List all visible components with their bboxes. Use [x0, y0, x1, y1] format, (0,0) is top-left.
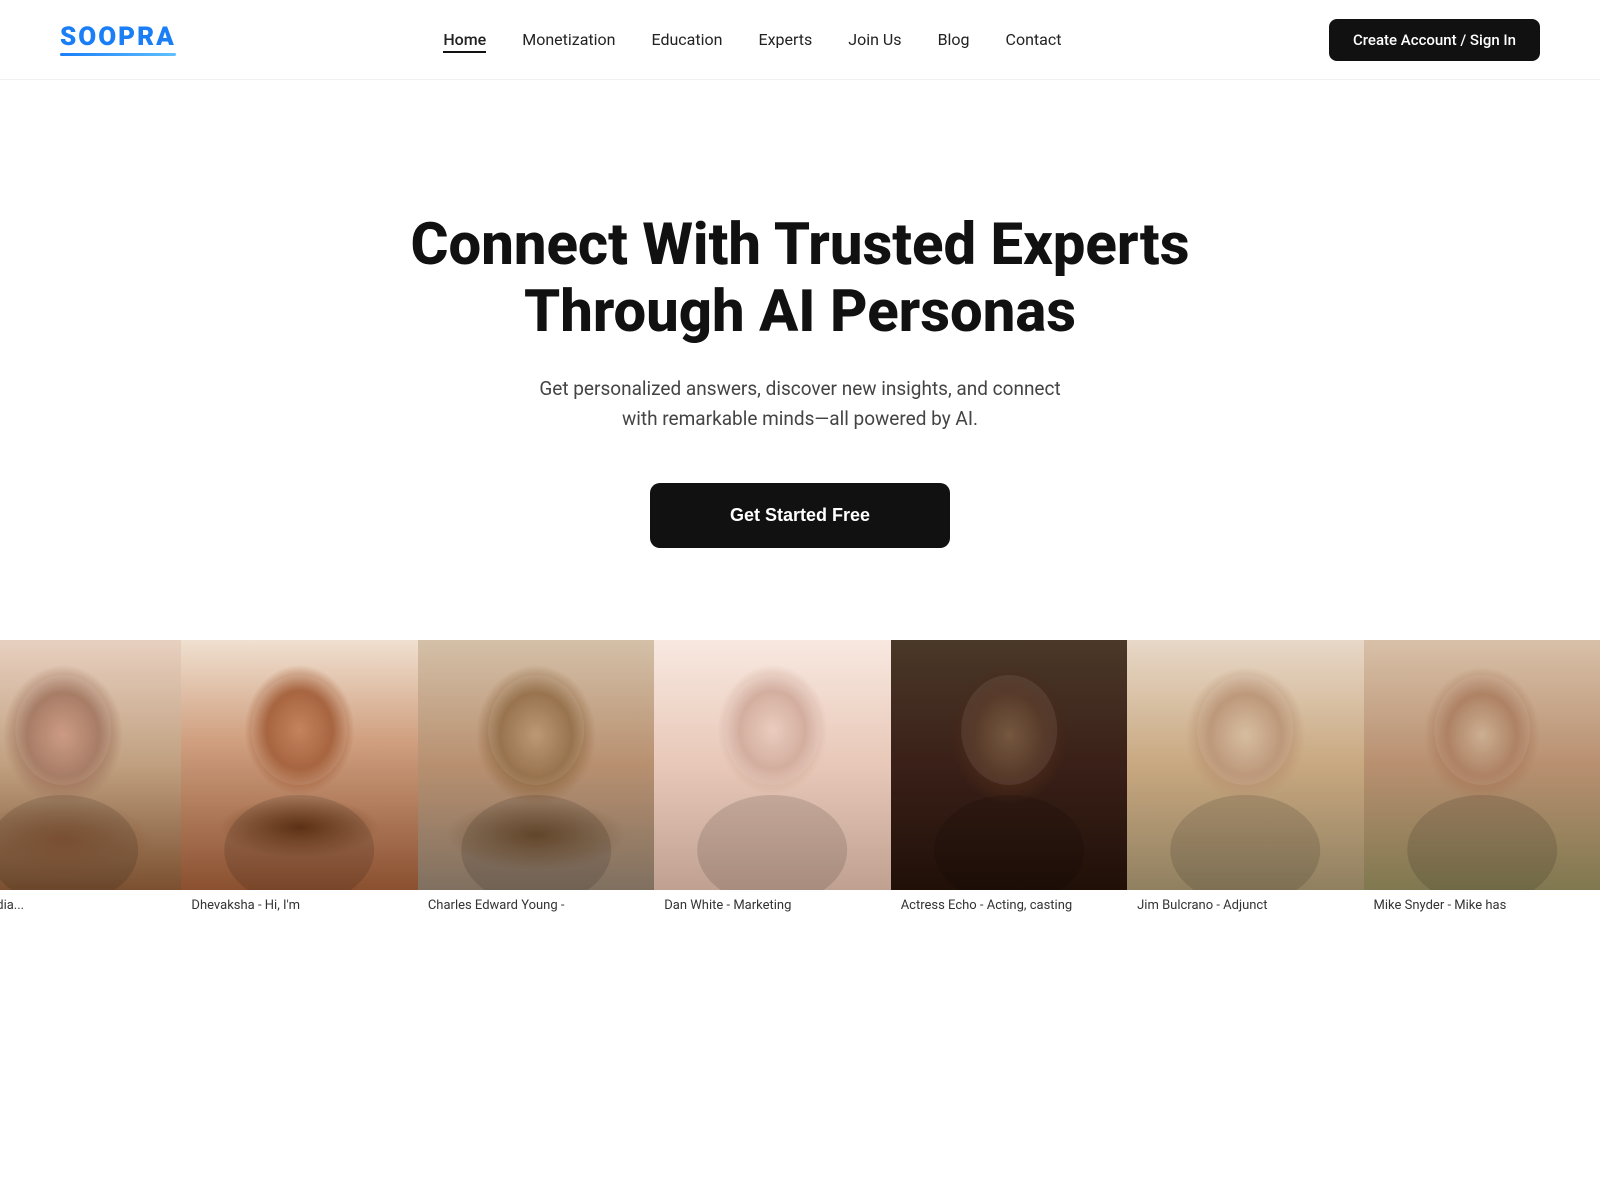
nav-item-experts[interactable]: Experts: [758, 30, 812, 49]
expert-caption-7: Mike Snyder - Mike has: [1364, 890, 1600, 917]
nav-link-home[interactable]: Home: [443, 30, 486, 53]
expert-photo-3: [418, 640, 654, 890]
nav-item-home[interactable]: Home: [443, 30, 486, 49]
experts-grid: ey - Media...Dhevaksha - Hi, I'mCharles …: [0, 640, 1600, 917]
logo-text: SOOPRA: [60, 24, 176, 50]
nav-link-experts[interactable]: Experts: [758, 30, 812, 49]
expert-caption-3: Charles Edward Young -: [418, 890, 654, 917]
expert-caption-6: Jim Bulcrano - Adjunct: [1127, 890, 1363, 917]
hero-subtitle: Get personalized answers, discover new i…: [520, 374, 1080, 435]
get-started-button[interactable]: Get Started Free: [650, 483, 950, 548]
nav-link-education[interactable]: Education: [652, 30, 723, 49]
create-account-button[interactable]: Create Account / Sign In: [1329, 19, 1540, 61]
expert-caption-4: Dan White - Marketing: [654, 890, 890, 917]
nav-item-join-us[interactable]: Join Us: [848, 30, 901, 49]
expert-card-6[interactable]: Jim Bulcrano - Adjunct: [1127, 640, 1363, 917]
expert-photo-2: [181, 640, 417, 890]
expert-card-7[interactable]: Mike Snyder - Mike has: [1364, 640, 1600, 917]
expert-card-2[interactable]: Dhevaksha - Hi, I'm: [181, 640, 417, 917]
expert-card-5[interactable]: Actress Echo - Acting, casting: [891, 640, 1127, 917]
expert-card-4[interactable]: Dan White - Marketing: [654, 640, 890, 917]
logo-underline: [60, 53, 176, 56]
expert-caption-1: ey - Media...: [0, 890, 181, 917]
hero-section: Connect With Trusted Experts Through AI …: [0, 80, 1600, 640]
expert-card-3[interactable]: Charles Edward Young -: [418, 640, 654, 917]
nav-item-education[interactable]: Education: [652, 30, 723, 49]
nav-item-blog[interactable]: Blog: [938, 30, 970, 49]
expert-photo-1: [0, 640, 181, 890]
nav-link-join-us[interactable]: Join Us: [848, 30, 901, 49]
logo[interactable]: SOOPRA: [60, 24, 176, 56]
expert-photo-7: [1364, 640, 1600, 890]
nav-link-blog[interactable]: Blog: [938, 30, 970, 49]
expert-caption-5: Actress Echo - Acting, casting: [891, 890, 1127, 917]
nav-link-contact[interactable]: Contact: [1006, 30, 1062, 49]
expert-photo-4: [654, 640, 890, 890]
expert-card-1[interactable]: ey - Media...: [0, 640, 181, 917]
experts-section: ey - Media...Dhevaksha - Hi, I'mCharles …: [0, 640, 1600, 917]
expert-caption-2: Dhevaksha - Hi, I'm: [181, 890, 417, 917]
nav-item-contact[interactable]: Contact: [1006, 30, 1062, 49]
hero-title: Connect With Trusted Experts Through AI …: [350, 212, 1250, 345]
expert-photo-6: [1127, 640, 1363, 890]
nav-link-monetization[interactable]: Monetization: [522, 30, 615, 49]
nav-item-monetization[interactable]: Monetization: [522, 30, 615, 49]
navbar: SOOPRA Home Monetization Education Exper…: [0, 0, 1600, 80]
expert-photo-5: [891, 640, 1127, 890]
nav-links: Home Monetization Education Experts Join…: [443, 30, 1061, 49]
